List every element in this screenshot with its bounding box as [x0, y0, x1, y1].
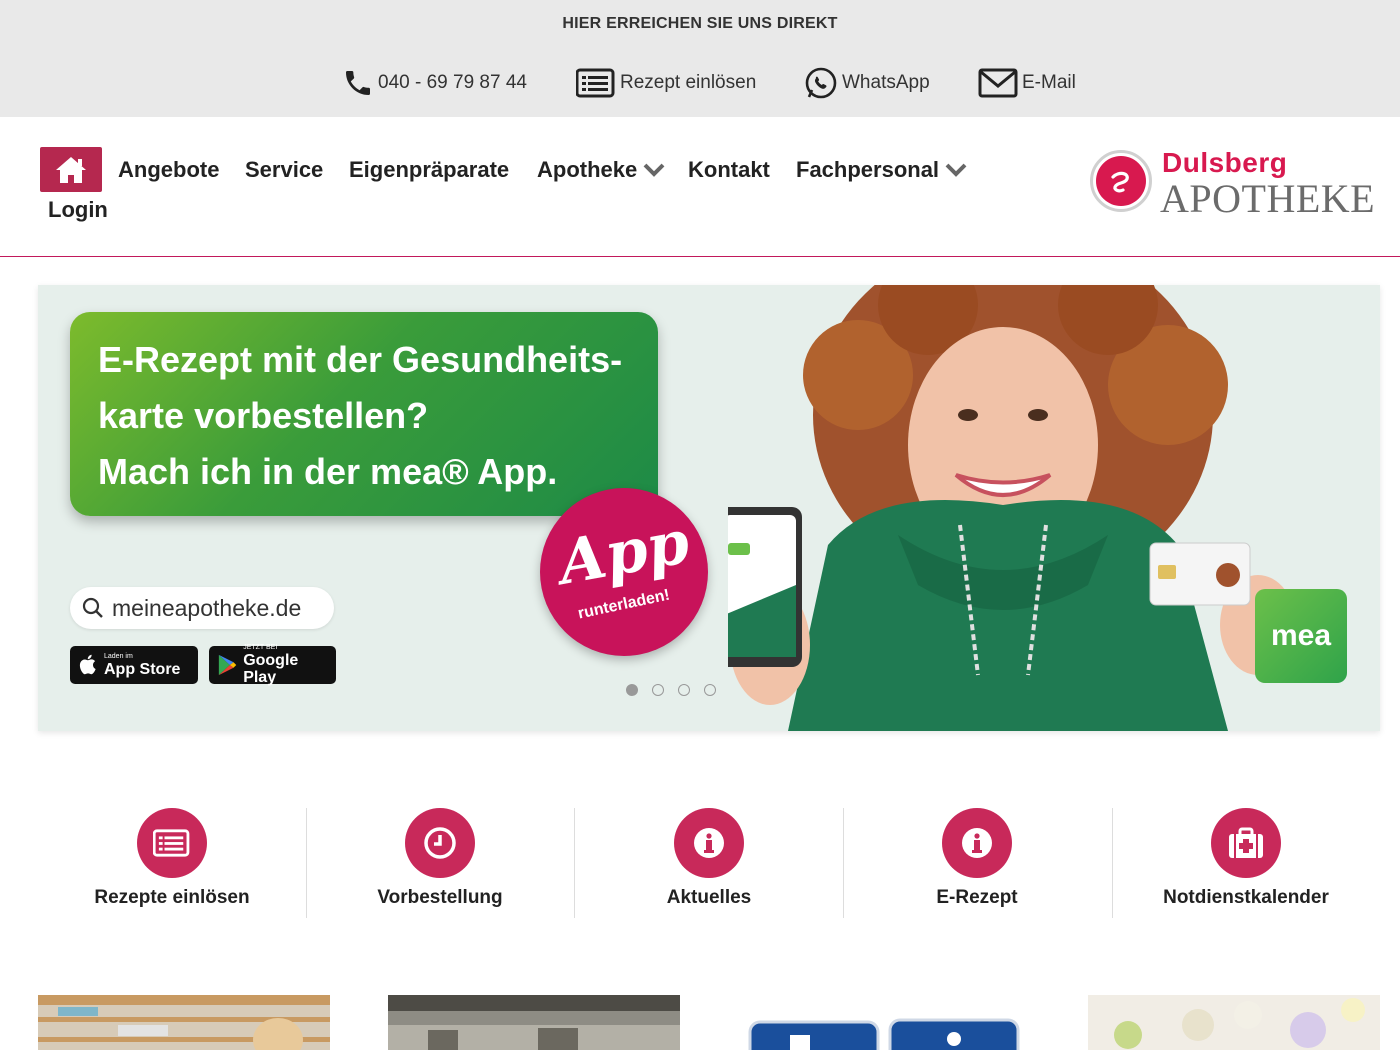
google-play-icon	[218, 654, 237, 676]
teaser-image-pharmacy[interactable]	[38, 995, 330, 1050]
contact-bar: HIER ERREICHEN SIE UNS DIREKT 040 - 69 7…	[0, 0, 1400, 117]
home-button[interactable]	[40, 147, 102, 192]
logo-symbol-icon	[1111, 171, 1129, 193]
quicklink-aktuelles-circle	[674, 808, 744, 878]
slider-dot-4[interactable]	[704, 684, 716, 696]
nav-apotheke[interactable]: Apotheke	[537, 157, 665, 183]
prescription-link[interactable]: Rezept einlösen	[576, 66, 756, 100]
email-link[interactable]: E-Mail	[978, 66, 1076, 100]
teaser-image-building[interactable]	[388, 995, 680, 1050]
email-label: E-Mail	[1022, 72, 1076, 93]
phone-label: 040 - 69 79 87 44	[378, 72, 527, 93]
teaser-image-flowers-graphic	[1088, 995, 1380, 1050]
hero-headline-line-2: karte vorbestellen?	[98, 395, 429, 436]
google-play-small: JETZT BEI	[243, 644, 278, 651]
nav-apotheke-label: Apotheke	[537, 157, 638, 182]
slider-dot-3[interactable]	[678, 684, 690, 696]
main-header: Angebote Service Eigenpräparate Apotheke…	[0, 117, 1400, 257]
google-play-button[interactable]: JETZT BEI Google Play	[209, 644, 336, 686]
nav-service-label: Service	[245, 157, 324, 182]
whatsapp-icon	[805, 67, 837, 99]
app-download-badge[interactable]: App runterladen!	[540, 488, 708, 656]
nav-fachpersonal[interactable]: Fachpersonal	[796, 157, 967, 183]
nav-fachpersonal-label: Fachpersonal	[796, 157, 940, 182]
teaser-image-info-signs-graphic	[738, 995, 1030, 1050]
apple-icon	[79, 654, 96, 675]
slider-dot-2[interactable]	[652, 684, 664, 696]
pharmacy-logo[interactable]: Dulsberg APOTHEKE	[1090, 145, 1390, 221]
clock-icon	[424, 827, 456, 859]
quick-links: Rezepte einlösen Vorbestellung Aktuelles…	[38, 808, 1380, 918]
meineapotheke-label: meineapotheke.de	[112, 594, 302, 621]
quicklink-aktuelles[interactable]: Aktuelles	[575, 808, 843, 918]
app-store-small: Laden im	[104, 652, 133, 660]
prescription-icon	[576, 68, 615, 98]
quicklink-erezept-circle	[942, 808, 1012, 878]
hero-headline-line-1: E-Rezept mit der Gesundheits-	[98, 339, 623, 380]
quicklink-erezept[interactable]: E-Rezept	[843, 808, 1111, 918]
hero-headline-line-3: Mach ich in der mea® App.	[98, 451, 558, 492]
nav-eigenpraeparate-label: Eigenpräparate	[349, 157, 510, 182]
chevron-down-icon	[643, 163, 665, 177]
teaser-image-building-graphic	[388, 995, 680, 1050]
teaser-image-pharmacy-graphic	[38, 995, 330, 1050]
home-icon	[56, 156, 86, 183]
mail-icon	[978, 68, 1018, 98]
nav-service[interactable]: Service	[245, 157, 323, 183]
first-aid-icon	[1229, 827, 1263, 858]
app-store-button[interactable]: Laden im App Store	[70, 646, 198, 684]
whatsapp-link[interactable]: WhatsApp	[804, 66, 930, 100]
nav-angebote[interactable]: Angebote	[118, 157, 219, 183]
logo-mark	[1090, 150, 1152, 212]
slider-dots	[626, 684, 730, 696]
whatsapp-label: WhatsApp	[842, 72, 930, 93]
quicklink-vorbestellung-label: Vorbestellung	[377, 887, 503, 908]
phone-link[interactable]: 040 - 69 79 87 44	[342, 66, 527, 100]
info-icon	[694, 828, 724, 858]
prescription-label: Rezept einlösen	[620, 72, 757, 93]
nav-login[interactable]: Login	[48, 197, 108, 223]
quicklink-vorbestellung[interactable]: Vorbestellung	[306, 808, 574, 918]
contact-bar-title: HIER ERREICHEN SIE UNS DIREKT	[562, 15, 838, 32]
hero-slider[interactable]: E-Rezept mit der Gesundheits- karte vorb…	[38, 285, 1380, 731]
app-store-label: App Store	[104, 660, 181, 678]
quicklink-rezepte-label: Rezepte einlösen	[94, 887, 250, 908]
quicklink-notdienst-circle	[1211, 808, 1281, 878]
quicklink-rezepte-circle	[137, 808, 207, 878]
nav-eigenpraeparate[interactable]: Eigenpräparate	[349, 157, 509, 183]
teaser-image-info-signs[interactable]	[738, 995, 1030, 1050]
search-icon	[82, 597, 103, 618]
nav-angebote-label: Angebote	[118, 157, 220, 182]
logo-subtitle: APOTHEKE	[1160, 176, 1376, 221]
slider-dot-1[interactable]	[626, 684, 638, 696]
meineapotheke-link[interactable]: meineapotheke.de	[70, 587, 334, 629]
quicklink-vorbestellung-circle	[405, 808, 475, 878]
hero-person-image	[728, 285, 1288, 731]
phone-icon	[346, 71, 370, 95]
quicklink-rezepte[interactable]: Rezepte einlösen	[38, 808, 306, 918]
nav-kontakt[interactable]: Kontakt	[688, 157, 770, 183]
quicklink-notdienst-label: Notdienstkalender	[1163, 887, 1329, 908]
prescription-icon	[153, 829, 190, 857]
hero-headline-banner: E-Rezept mit der Gesundheits- karte vorb…	[70, 312, 658, 516]
google-play-label: Google Play	[243, 652, 299, 686]
info-icon	[962, 828, 992, 858]
mea-logo: mea	[1255, 589, 1347, 683]
teaser-image-flowers[interactable]	[1088, 995, 1380, 1050]
quicklink-aktuelles-label: Aktuelles	[666, 887, 752, 908]
chevron-down-icon	[945, 163, 967, 177]
quicklink-erezept-label: E-Rezept	[936, 887, 1018, 908]
quicklink-notdienst[interactable]: Notdienstkalender	[1112, 808, 1380, 918]
nav-kontakt-label: Kontakt	[688, 157, 770, 182]
